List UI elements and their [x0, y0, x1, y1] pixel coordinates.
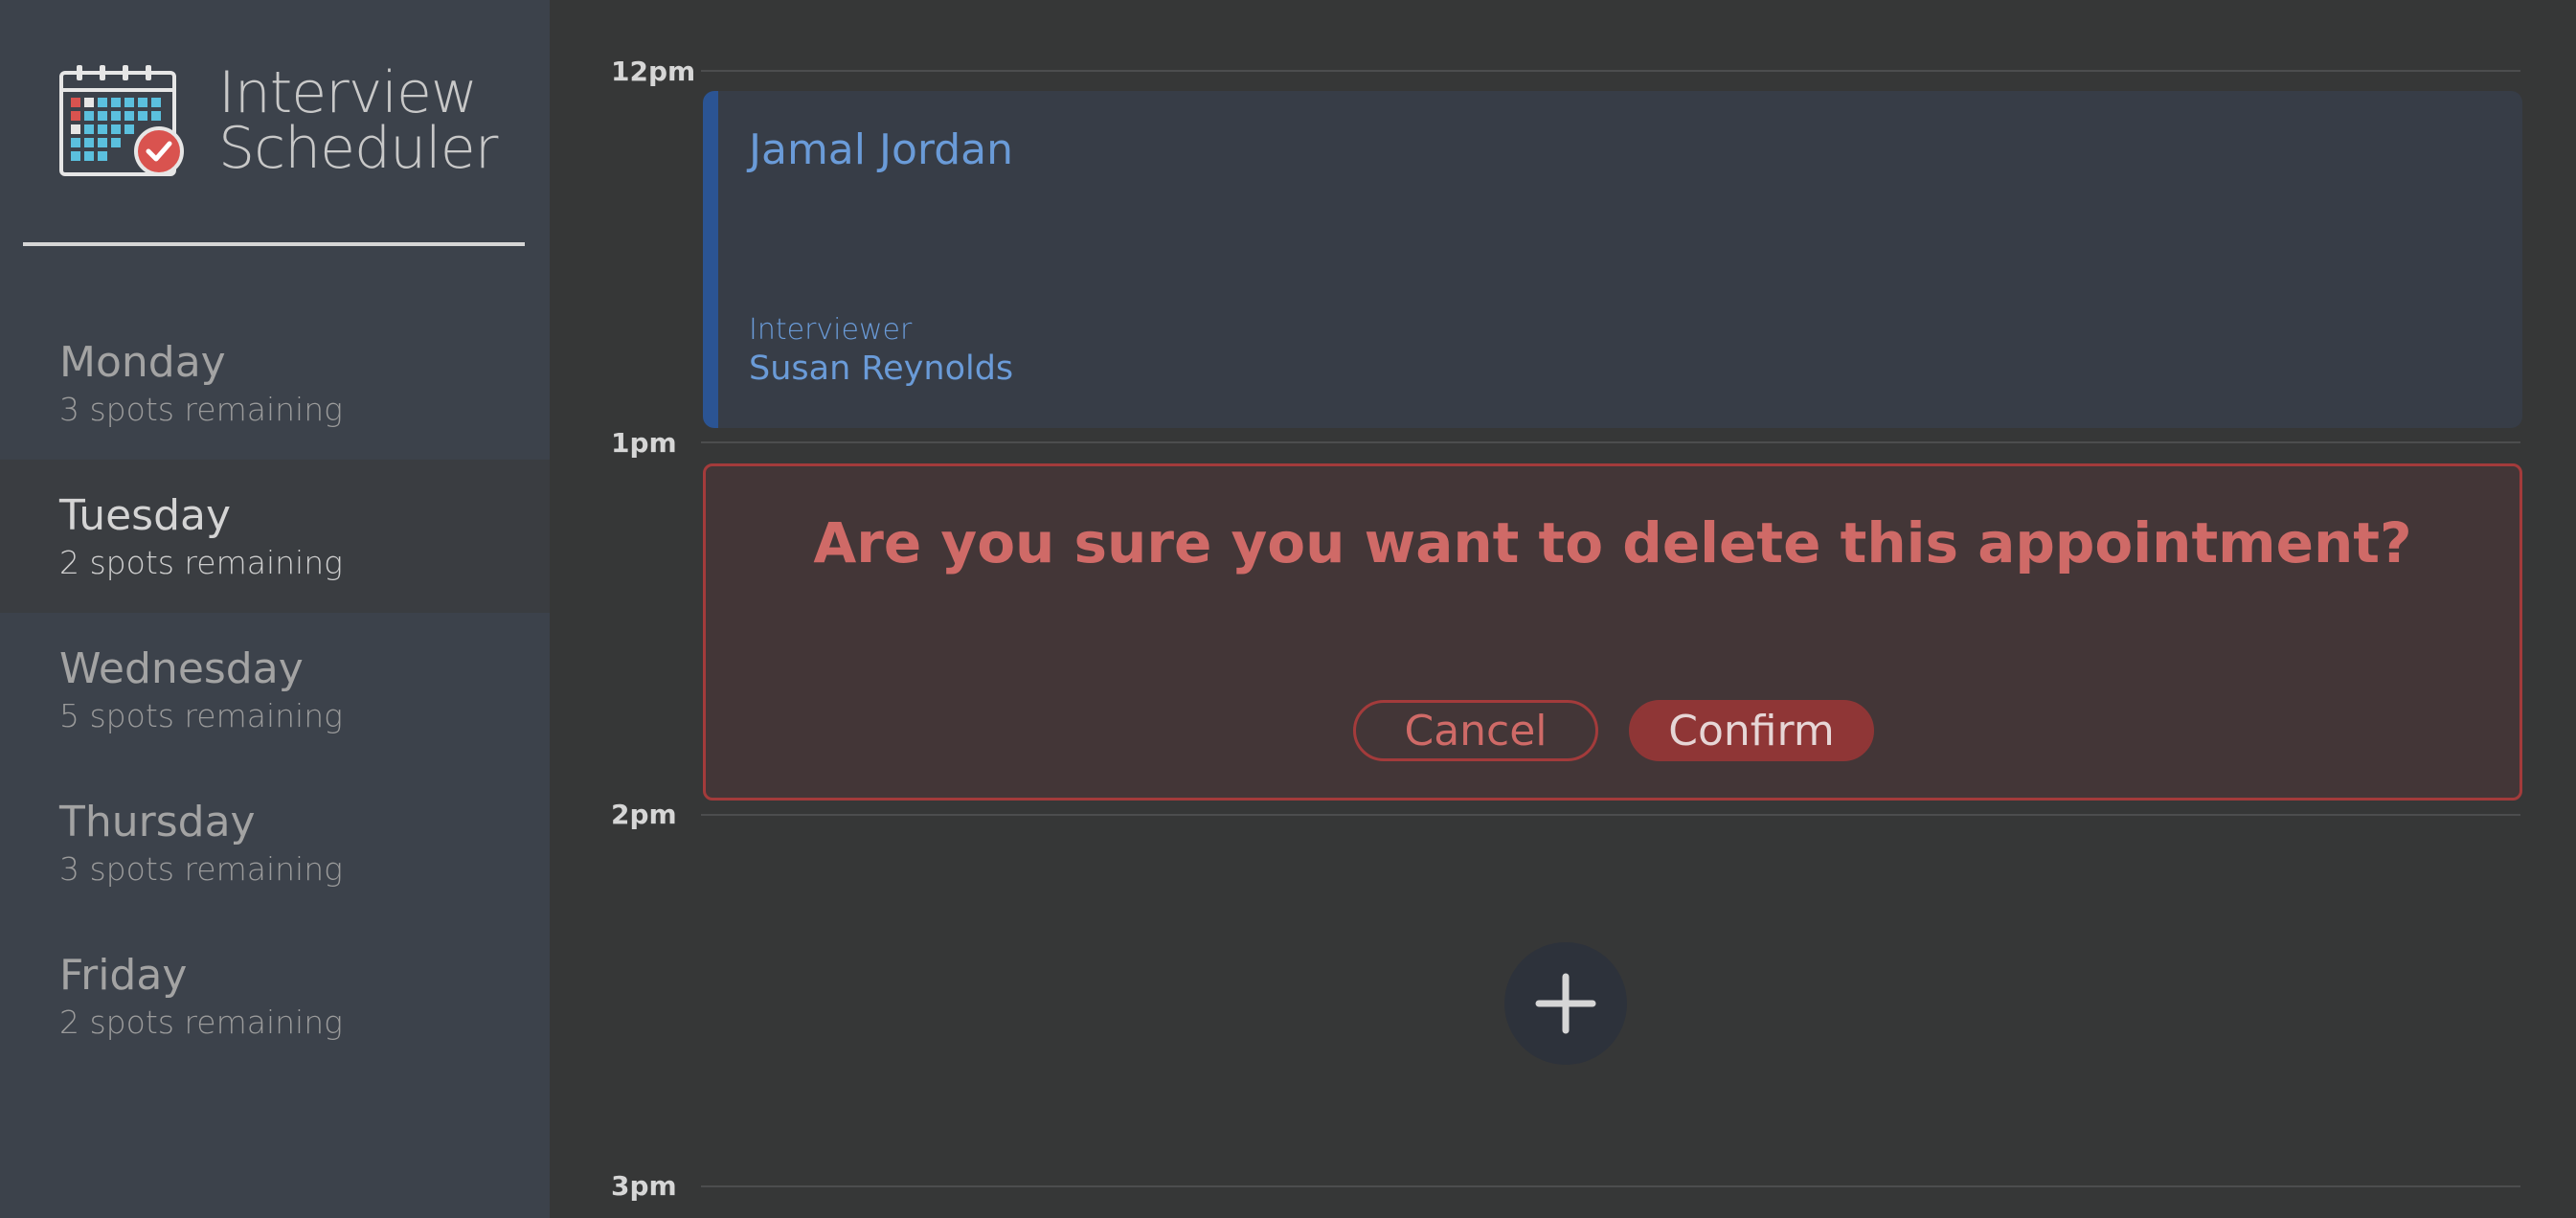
plus-icon: [1535, 973, 1596, 1034]
day-spots: 5 spots remaining: [59, 697, 343, 734]
calendar-check-icon: [59, 65, 184, 176]
day-item-tuesday[interactable]: Tuesday 2 spots remaining: [0, 460, 550, 613]
brand: Interview Scheduler: [59, 61, 498, 186]
add-appointment-button[interactable]: [1504, 942, 1627, 1065]
day-item-monday[interactable]: Monday 3 spots remaining: [0, 306, 550, 460]
day-item-thursday[interactable]: Thursday 3 spots remaining: [0, 766, 550, 919]
appointment-card[interactable]: Jamal Jordan Interviewer Susan Reynolds: [703, 91, 2522, 428]
hour-label-1pm: 1pm: [611, 427, 677, 459]
day-item-friday[interactable]: Friday 2 spots remaining: [0, 919, 550, 1072]
hour-line: [701, 70, 2520, 72]
day-spots: 3 spots remaining: [59, 391, 343, 428]
sidebar: Interview Scheduler Monday 3 spots remai…: [0, 0, 550, 1218]
hour-line: [701, 814, 2520, 816]
app-title-line2: Scheduler: [218, 115, 498, 182]
day-item-wednesday[interactable]: Wednesday 5 spots remaining: [0, 613, 550, 766]
confirm-button[interactable]: Confirm: [1629, 700, 1874, 761]
hour-label-3pm: 3pm: [611, 1170, 677, 1202]
day-name: Tuesday: [59, 491, 232, 540]
hour-line: [701, 1185, 2520, 1187]
cancel-button[interactable]: Cancel: [1353, 700, 1598, 761]
student-name: Jamal Jordan: [749, 125, 1013, 174]
interviewer-name: Susan Reynolds: [749, 350, 1014, 388]
day-name: Monday: [59, 338, 226, 387]
app: Interview Scheduler Monday 3 spots remai…: [0, 0, 2576, 1218]
app-title-line1: Interview: [218, 59, 478, 126]
day-spots: 2 spots remaining: [59, 544, 343, 581]
confirm-message: Are you sure you want to delete this app…: [813, 510, 2412, 575]
delete-confirmation: Are you sure you want to delete this app…: [703, 463, 2522, 801]
day-spots: 2 spots remaining: [59, 1004, 343, 1041]
day-list: Monday 3 spots remaining Tuesday 2 spots…: [0, 306, 550, 1072]
hour-label-12pm: 12pm: [611, 56, 696, 87]
sidebar-divider: [23, 242, 525, 246]
day-name: Thursday: [59, 798, 256, 846]
hour-label-2pm: 2pm: [611, 799, 677, 830]
day-spots: 3 spots remaining: [59, 850, 343, 888]
hour-line: [701, 441, 2520, 443]
schedule: 12pm 1pm 2pm 3pm Jamal Jordan Interviewe…: [550, 0, 2576, 1218]
day-name: Wednesday: [59, 644, 304, 693]
app-title: Interview Scheduler: [218, 59, 498, 182]
day-name: Friday: [59, 951, 188, 1000]
interviewer-label: Interviewer: [749, 313, 913, 347]
